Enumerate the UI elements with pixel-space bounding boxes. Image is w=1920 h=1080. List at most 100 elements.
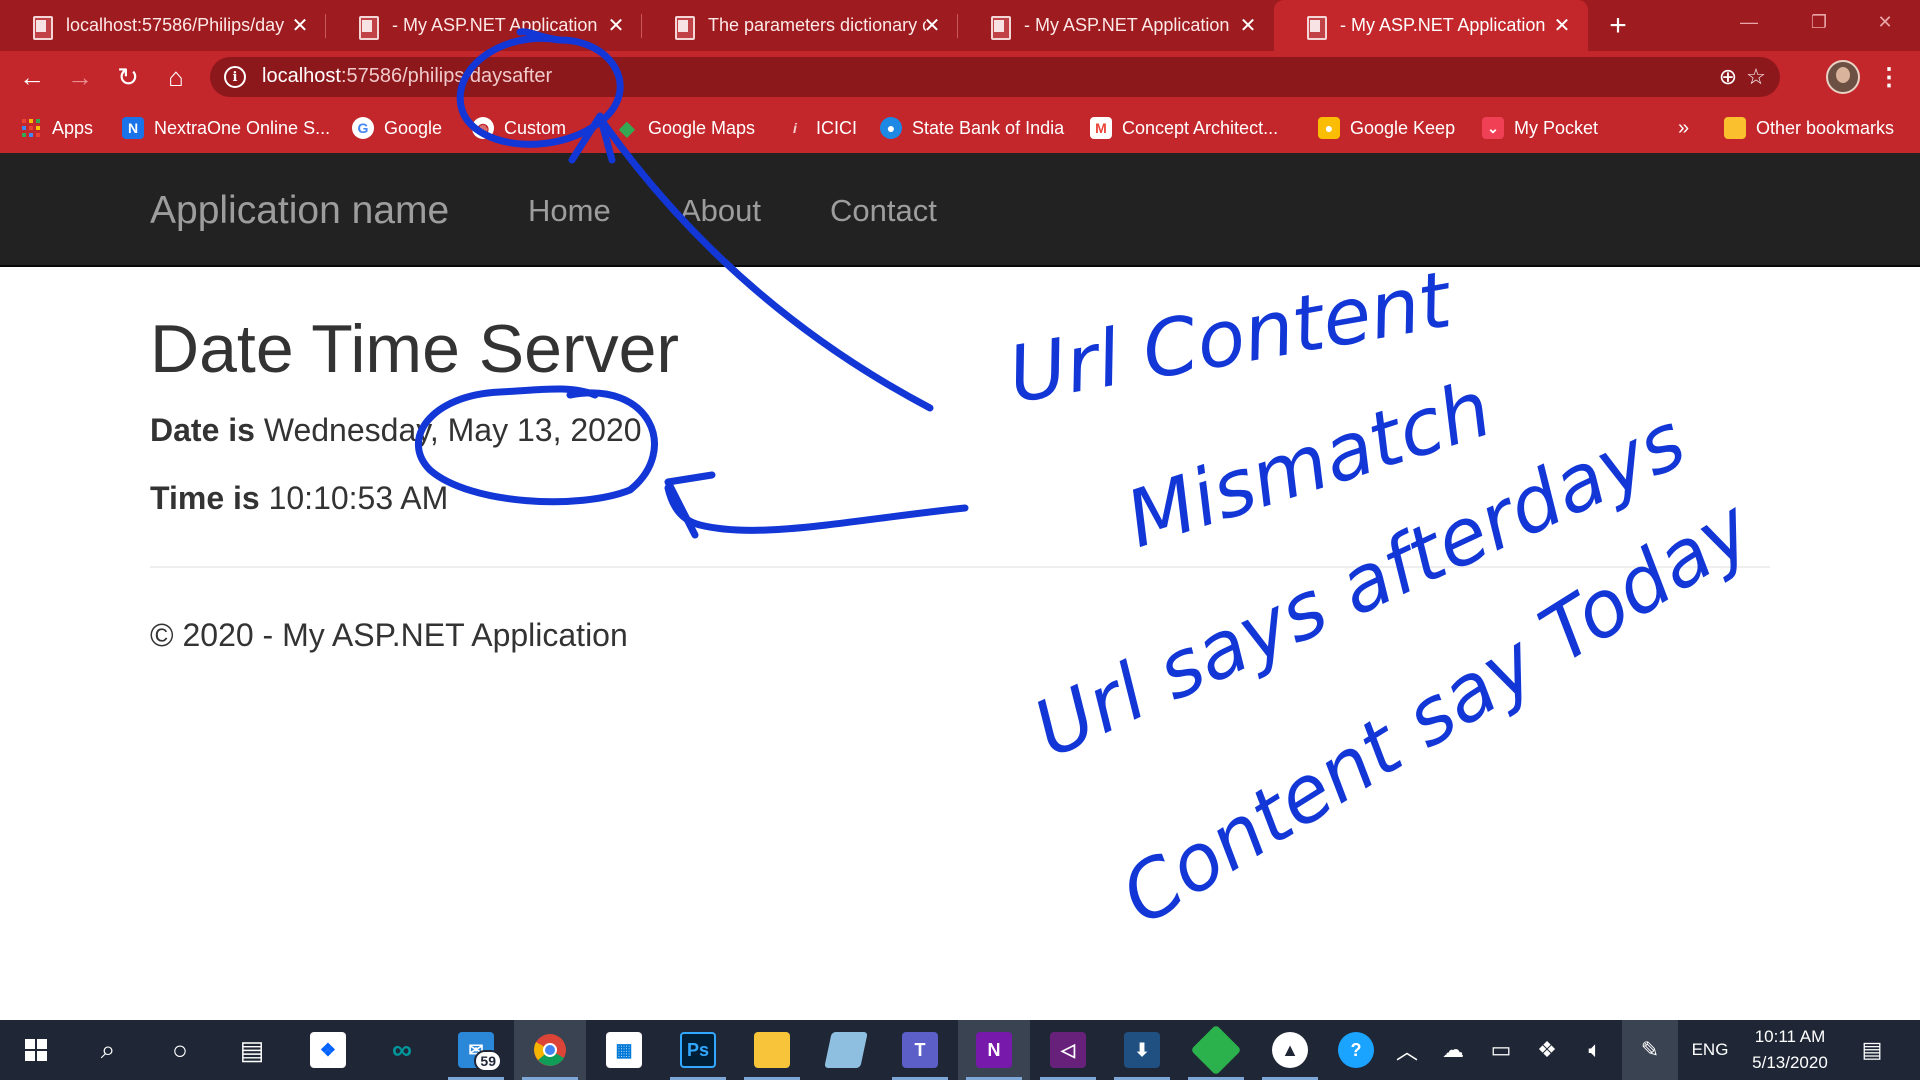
app-navbar: Application name Home About Contact [0, 153, 1920, 267]
teams-app-icon[interactable]: T [884, 1020, 956, 1080]
url-text[interactable]: localhost:57586/philips/daysafter [262, 65, 552, 88]
browser-tab[interactable]: The parameters dictionary c ✕ [642, 0, 958, 51]
file-explorer-icon[interactable] [736, 1020, 808, 1080]
restore-icon[interactable]: ❐ [1784, 0, 1854, 44]
zoom-icon[interactable]: ⊕ [1714, 63, 1742, 91]
browser-tab-active[interactable]: - My ASP.NET Application ✕ [1274, 0, 1588, 51]
task-view-icon[interactable]: ▤ [216, 1020, 288, 1080]
time-label: Time is [150, 480, 260, 516]
bookmark-star-icon[interactable]: ☆ [1742, 63, 1770, 91]
page-icon [1304, 14, 1327, 40]
time-line: Time is 10:10:53 AM [150, 480, 448, 517]
visual-studio-icon[interactable]: ◁ [1032, 1020, 1104, 1080]
close-icon[interactable]: ✕ [1550, 13, 1574, 37]
reload-icon[interactable]: ↻ [110, 59, 146, 95]
onenote-app-icon[interactable]: N [958, 1020, 1030, 1080]
dropbox-tray-icon[interactable]: ❖ [1530, 1020, 1564, 1080]
language-indicator[interactable]: ENG [1684, 1020, 1736, 1080]
bookmark-item[interactable]: ● Google Keep [1318, 114, 1455, 142]
close-icon[interactable]: ✕ [1236, 13, 1260, 37]
site-info-icon[interactable]: i [224, 66, 246, 88]
date-arrowhead-mark [664, 471, 716, 539]
nav-home-link[interactable]: Home [528, 193, 611, 229]
back-icon[interactable]: ← [14, 59, 50, 95]
tab-title: localhost:57586/Philips/day [66, 15, 284, 35]
photos-app-icon[interactable]: ▲ [1254, 1020, 1326, 1080]
bookmark-label: Google Maps [648, 117, 756, 138]
bookmark-item[interactable]: ◆ Google Maps [616, 114, 755, 142]
bookmark-item[interactable]: N NextraOne Online S... [122, 114, 330, 142]
arduino-app-icon[interactable]: ∞ [366, 1020, 438, 1080]
notification-icon[interactable]: ▤ [1850, 1020, 1894, 1080]
bookmarks-overflow-button[interactable]: » [1678, 114, 1689, 142]
close-icon[interactable]: ✕ [288, 13, 312, 37]
sbi-icon: ● [880, 117, 902, 139]
nav-about-link[interactable]: About [680, 193, 761, 229]
keep-icon: ● [1318, 117, 1340, 139]
nav-contact-link[interactable]: Contact [830, 193, 937, 229]
bookmark-item[interactable]: ● State Bank of India [880, 114, 1064, 142]
browser-tab[interactable]: - My ASP.NET Application ✕ [326, 0, 642, 51]
bookmark-item[interactable]: M Concept Architect... [1090, 114, 1278, 142]
minimize-icon[interactable]: — [1714, 0, 1784, 44]
chevron-up-icon[interactable]: ︿ [1390, 1020, 1424, 1080]
bookmark-item[interactable]: ◍ Custom [472, 114, 566, 142]
other-bookmarks[interactable]: Other bookmarks [1724, 114, 1894, 142]
bookmark-item[interactable]: Apps [20, 114, 93, 142]
forward-icon[interactable]: → [62, 59, 98, 95]
icici-icon: i [793, 120, 797, 136]
folder-icon [1724, 117, 1746, 139]
app-brand-link[interactable]: Application name [150, 189, 449, 233]
page-icon [672, 14, 695, 40]
onedrive-icon[interactable]: ☁ [1436, 1020, 1470, 1080]
globe-icon: ◍ [472, 117, 494, 139]
maps-pin-icon: ◆ [619, 117, 635, 140]
bookmark-label: Apps [52, 117, 94, 138]
help-icon[interactable]: ? [1320, 1020, 1392, 1080]
window-close-icon[interactable]: ✕ [1850, 0, 1920, 44]
dropbox-app-icon[interactable]: ❖ [292, 1020, 364, 1080]
notes-app-icon[interactable] [810, 1020, 882, 1080]
gmail-icon: M [1090, 117, 1112, 139]
bookmark-item[interactable]: ⌄ My Pocket [1482, 114, 1598, 142]
tab-title: - My ASP.NET Application [1340, 15, 1546, 35]
apps-grid-icon [20, 117, 42, 139]
page-icon [30, 14, 53, 40]
date-label: Date is [150, 412, 255, 448]
photoshop-app-icon[interactable]: Ps [662, 1020, 734, 1080]
tab-title: - My ASP.NET Application [1024, 15, 1230, 35]
close-icon[interactable]: ✕ [604, 13, 628, 37]
avatar[interactable] [1826, 60, 1860, 94]
bookmarks-bar: Apps N NextraOne Online S... G Google ◍ … [0, 103, 1920, 153]
home-icon[interactable]: ⌂ [158, 59, 194, 95]
search-icon[interactable]: ⌕ [72, 1020, 144, 1080]
battery-icon[interactable]: ▭ [1484, 1020, 1518, 1080]
chrome-app-icon[interactable] [514, 1020, 586, 1080]
close-icon[interactable]: ✕ [920, 13, 944, 37]
bookmark-item[interactable]: G Google [352, 114, 442, 142]
volume-icon[interactable]: 🔈︎ [1578, 1020, 1612, 1080]
start-windows-icon[interactable] [0, 1020, 72, 1080]
sourcetree-app-icon[interactable]: ⬇ [1106, 1020, 1178, 1080]
bookmark-label: Google [384, 117, 443, 138]
browser-tab[interactable]: localhost:57586/Philips/day ✕ [0, 0, 326, 51]
pen-icon[interactable]: ✎ [1622, 1020, 1678, 1080]
date-line: Date is Wednesday, May 13, 2020 [150, 412, 642, 449]
cortana-icon[interactable]: ○ [144, 1020, 216, 1080]
divider [150, 566, 1770, 568]
bookmark-item[interactable]: i ICICI [784, 114, 857, 142]
feedly-app-icon[interactable] [1180, 1020, 1252, 1080]
nextraone-icon: N [122, 117, 144, 139]
bookmark-label: My Pocket [1514, 117, 1599, 138]
new-tab-button[interactable]: + [1600, 8, 1636, 44]
address-bar[interactable]: i localhost:57586/philips/daysafter ⊕ ☆ [210, 57, 1780, 97]
bookmark-label: Other bookmarks [1756, 117, 1895, 138]
browser-toolbar: ← → ↻ ⌂ i localhost:57586/philips/daysaf… [0, 51, 1920, 103]
store-app-icon[interactable]: ▦ [588, 1020, 660, 1080]
system-clock[interactable]: 10:11 AM 5/13/2020 [1740, 1024, 1840, 1076]
clock-time: 10:11 AM [1754, 1027, 1826, 1046]
mail-app-icon[interactable]: ✉ 59 [440, 1020, 512, 1080]
browser-tab[interactable]: - My ASP.NET Application ✕ [958, 0, 1274, 51]
page-title: Date Time Server [150, 311, 680, 387]
kebab-menu-icon[interactable]: ⋮ [1874, 59, 1904, 95]
